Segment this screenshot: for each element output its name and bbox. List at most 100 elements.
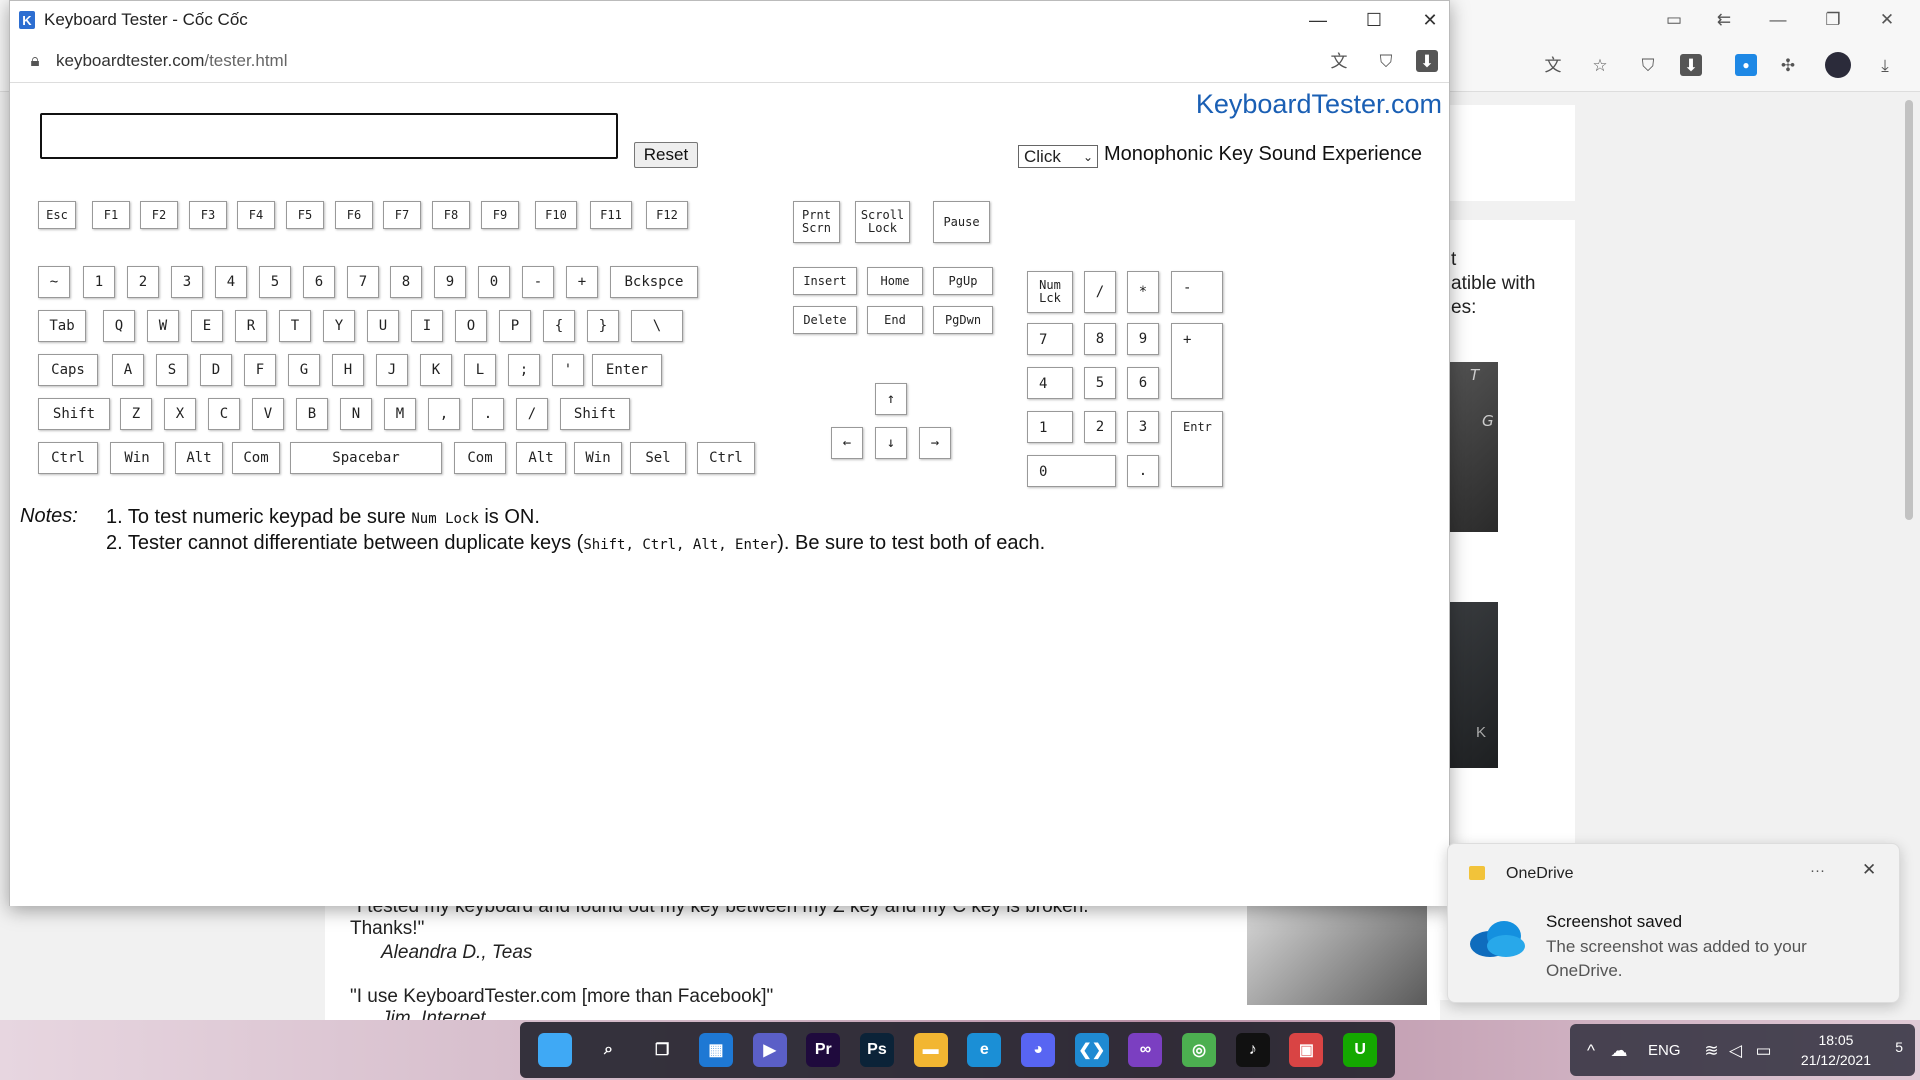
key-home-12[interactable]: Enter — [592, 354, 662, 386]
onedrive-tray-icon[interactable]: ☁ — [1608, 1039, 1630, 1061]
shield-icon[interactable]: ⛉ — [1637, 54, 1659, 76]
key-top-7[interactable]: U — [367, 310, 399, 342]
key-np-0[interactable]: 0 — [1027, 455, 1116, 487]
key-np-3[interactable]: 3 — [1127, 411, 1159, 443]
key-shift-11[interactable]: Shift — [560, 398, 630, 430]
volume-icon[interactable]: ◁ — [1725, 1039, 1747, 1061]
discord-taskbar-icon[interactable]: ◕ — [1021, 1033, 1056, 1067]
address-bar[interactable]: 🔒︎ keyboardtester.com/tester.html 文 ⛉ ⬇ — [10, 39, 1449, 83]
key-shift-8[interactable]: , — [428, 398, 460, 430]
key-np-7[interactable]: 7 — [1027, 323, 1073, 355]
key-shift-6[interactable]: N — [340, 398, 372, 430]
chevron-up-icon[interactable]: ^ — [1580, 1039, 1602, 1061]
site-brand[interactable]: KeyboardTester.com — [1196, 89, 1442, 120]
key-f12[interactable]: F12 — [646, 201, 688, 229]
photoshop-taskbar-icon[interactable]: Ps — [859, 1033, 894, 1067]
explorer-taskbar-icon[interactable]: ▬ — [913, 1033, 948, 1067]
language-indicator[interactable]: ENG — [1648, 1042, 1681, 1059]
key-arrow-left[interactable]: ← — [831, 427, 863, 459]
key-shift-9[interactable]: . — [472, 398, 504, 430]
translate-icon[interactable]: 文 — [1542, 54, 1564, 76]
close-button[interactable]: ✕ — [1402, 1, 1458, 39]
key-bottom-6[interactable]: Alt — [516, 442, 566, 474]
key-system-2[interactable]: Pause — [933, 201, 990, 243]
key-num-11[interactable]: - — [522, 266, 554, 298]
key-top-8[interactable]: I — [411, 310, 443, 342]
key-home-2[interactable]: S — [156, 354, 188, 386]
clock[interactable]: 18:05 21/12/2021 — [1801, 1030, 1871, 1070]
key-top-5[interactable]: T — [279, 310, 311, 342]
sound-select[interactable]: Click ⌄ — [1018, 145, 1098, 168]
battery-icon[interactable]: ▭ — [1753, 1039, 1775, 1061]
start-taskbar-icon[interactable] — [537, 1033, 572, 1067]
key-top-3[interactable]: E — [191, 310, 223, 342]
key-home-0[interactable]: Caps — [38, 354, 98, 386]
key-bottom-9[interactable]: Ctrl — [697, 442, 755, 474]
key-home-10[interactable]: ; — [508, 354, 540, 386]
app-grid-taskbar-icon[interactable]: ▣ — [1289, 1033, 1324, 1067]
visual-studio-taskbar-icon[interactable]: ∞ — [1128, 1033, 1163, 1067]
key-f7[interactable]: F7 — [383, 201, 421, 229]
key-num-10[interactable]: 0 — [478, 266, 510, 298]
key-top-9[interactable]: O — [455, 310, 487, 342]
key-esc[interactable]: Esc — [38, 201, 76, 229]
key-num-3[interactable]: 3 — [171, 266, 203, 298]
task-view-taskbar-icon[interactable]: ❐ — [645, 1033, 679, 1067]
key-system-1[interactable]: Scroll Lock — [855, 201, 910, 243]
key-top-4[interactable]: R — [235, 310, 267, 342]
key-bottom-1[interactable]: Win — [110, 442, 164, 474]
key-bottom-3[interactable]: Com — [232, 442, 280, 474]
key-home-5[interactable]: G — [288, 354, 320, 386]
key-top-0[interactable]: Tab — [38, 310, 86, 342]
key-bottom-5[interactable]: Com — [454, 442, 506, 474]
onedrive-toast[interactable]: OneDrive ··· ✕ Screenshot saved The scre… — [1447, 843, 1900, 1003]
profile-avatar-icon[interactable] — [1825, 52, 1851, 78]
key-shift-3[interactable]: C — [208, 398, 240, 430]
key-f6[interactable]: F6 — [335, 201, 373, 229]
minimize-icon[interactable]: — — [1767, 8, 1789, 30]
key-nav-4[interactable]: End — [867, 306, 923, 334]
tiktok-taskbar-icon[interactable]: ♪ — [1235, 1033, 1270, 1067]
key-num-2[interactable]: 2 — [127, 266, 159, 298]
key-f3[interactable]: F3 — [189, 201, 227, 229]
close-icon[interactable]: ✕ — [1876, 8, 1898, 30]
key-home-3[interactable]: D — [200, 354, 232, 386]
key-bottom-8[interactable]: Sel — [630, 442, 686, 474]
key-home-9[interactable]: L — [464, 354, 496, 386]
key-nav-3[interactable]: Delete — [793, 306, 857, 334]
key-np-multiply[interactable]: * — [1127, 271, 1159, 313]
vscode-taskbar-icon[interactable]: ❮❯ — [1074, 1033, 1109, 1067]
teams-taskbar-icon[interactable]: ▶ — [752, 1033, 787, 1067]
key-top-11[interactable]: { — [543, 310, 575, 342]
premiere-taskbar-icon[interactable]: Pr — [806, 1033, 841, 1067]
key-shift-5[interactable]: B — [296, 398, 328, 430]
key-shift-0[interactable]: Shift — [38, 398, 110, 430]
key-nav-2[interactable]: PgUp — [933, 267, 993, 295]
key-input-textarea[interactable] — [40, 113, 618, 159]
key-nav-5[interactable]: PgDwn — [933, 306, 993, 334]
screen-cast-icon[interactable]: ▭ — [1663, 8, 1685, 30]
shield-icon[interactable]: ⛉ — [1375, 50, 1397, 72]
key-num-6[interactable]: 6 — [303, 266, 335, 298]
key-top-13[interactable]: \ — [631, 310, 683, 342]
close-icon[interactable]: ✕ — [1862, 860, 1876, 880]
wifi-icon[interactable]: ≋ — [1701, 1039, 1723, 1061]
background-scrollbar[interactable] — [1902, 100, 1916, 520]
key-np-6[interactable]: 6 — [1127, 367, 1159, 399]
key-system-0[interactable]: Prnt Scrn — [793, 201, 840, 243]
key-np-plus[interactable]: + — [1171, 323, 1223, 399]
download-arrow-icon[interactable]: ⬇ — [1416, 50, 1438, 72]
key-nav-1[interactable]: Home — [867, 267, 923, 295]
back-arrow-icon[interactable]: ⇇ — [1713, 8, 1735, 30]
key-np-dot[interactable]: . — [1127, 455, 1159, 487]
key-home-7[interactable]: J — [376, 354, 408, 386]
key-np-4[interactable]: 4 — [1027, 367, 1073, 399]
widgets-taskbar-icon[interactable]: ▦ — [698, 1033, 733, 1067]
key-arrow-down[interactable]: ↓ — [875, 427, 907, 459]
key-f4[interactable]: F4 — [237, 201, 275, 229]
key-home-11[interactable]: ' — [552, 354, 584, 386]
coccoc-taskbar-icon[interactable]: ◎ — [1182, 1033, 1217, 1067]
edge-taskbar-icon[interactable]: e — [967, 1033, 1002, 1067]
puzzle-icon[interactable]: ✣ — [1777, 54, 1799, 76]
key-np-1[interactable]: 1 — [1027, 411, 1073, 443]
